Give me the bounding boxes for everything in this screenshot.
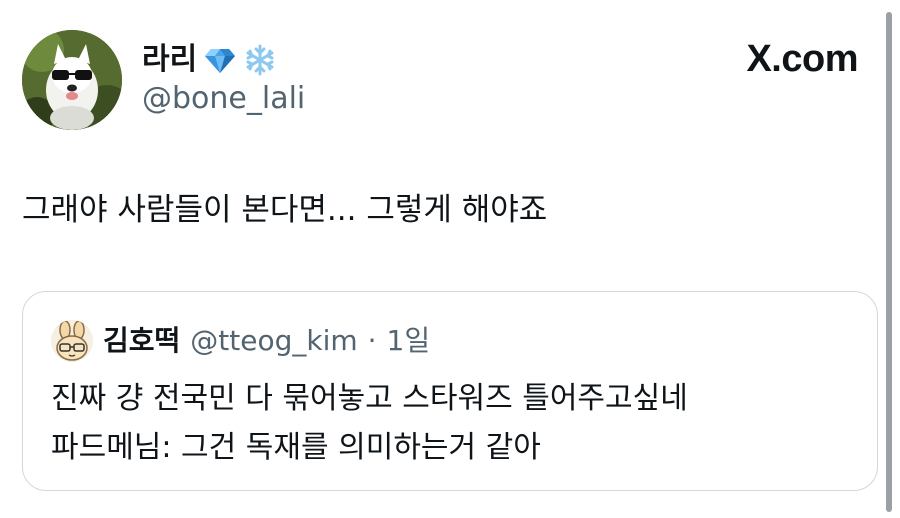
quoted-separator: · <box>367 324 377 357</box>
quoted-tweet-card[interactable]: 김호떡 @tteog_kim · 1일 진짜 걍 전국민 다 묶어놓고 스타워즈… <box>22 291 878 491</box>
author-name-row: 라리 <box>142 40 277 80</box>
scrollbar[interactable] <box>886 12 892 512</box>
tweet-text: 그래야 사람들이 본다면... 그렇게 해야죠 <box>22 192 548 228</box>
author-avatar-image <box>22 30 122 130</box>
author-handle[interactable]: @bone_lali <box>142 82 305 115</box>
author-avatar[interactable] <box>22 30 122 130</box>
quoted-tweet-line: 진짜 걍 전국민 다 묶어놓고 스타워즈 틀어주고싶네 <box>51 381 688 416</box>
quoted-tweet-body: 진짜 걍 전국민 다 묶어놓고 스타워즈 틀어주고싶네 파드메님: 그건 독재를… <box>51 374 688 472</box>
site-label: X.com <box>746 38 858 80</box>
snowflake-icon <box>246 44 274 76</box>
gem-icon <box>205 49 236 73</box>
quoted-author-name[interactable]: 김호떡 <box>103 327 180 355</box>
quoted-tweet-line: 파드메님: 그건 독재를 의미하는거 같아 <box>51 430 541 465</box>
quoted-tweet-header: 김호떡 @tteog_kim · 1일 <box>51 320 430 362</box>
quoted-timestamp[interactable]: 1일 <box>387 327 431 355</box>
author-display-name[interactable]: 라리 <box>142 45 197 75</box>
quoted-author-avatar[interactable] <box>51 320 93 362</box>
rabbit-avatar-icon <box>51 320 93 362</box>
quoted-author-handle[interactable]: @tteog_kim <box>190 327 357 355</box>
